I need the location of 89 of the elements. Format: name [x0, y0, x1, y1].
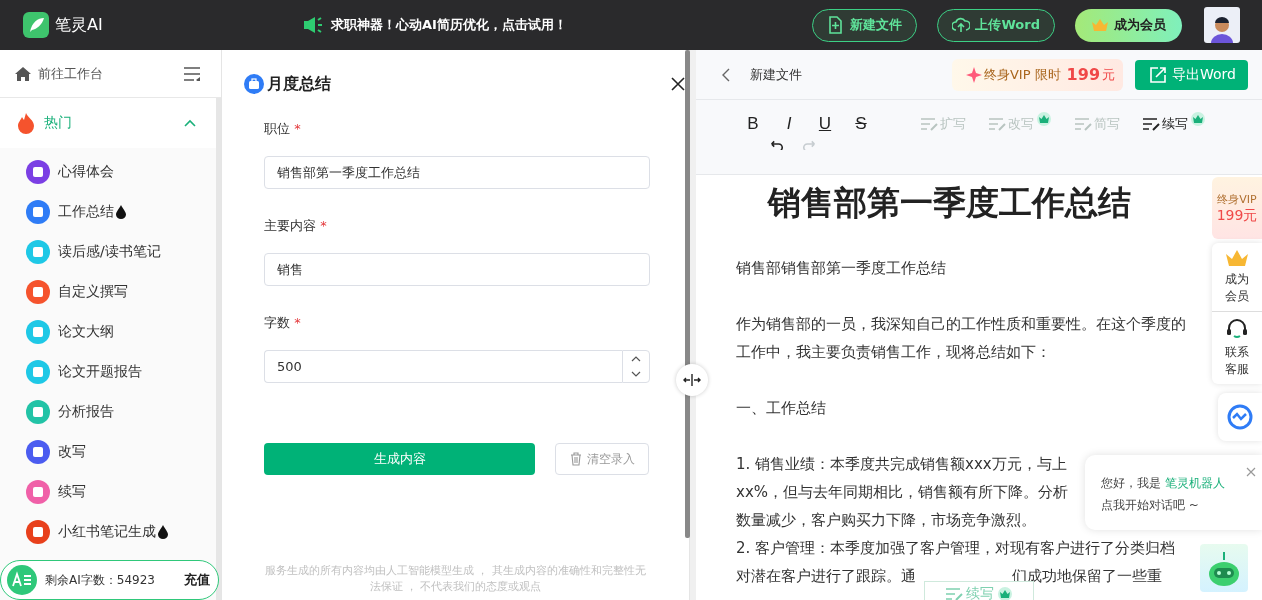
membership-link[interactable]: 成为会员 [1212, 243, 1262, 312]
redo-icon [802, 138, 818, 150]
avatar[interactable] [1204, 7, 1240, 43]
number-field[interactable]: 500 [264, 350, 622, 383]
document-text: 一、工作总结 [736, 399, 826, 417]
sidebar-item[interactable]: 论文大纲 [0, 312, 216, 352]
leaf-logo-icon [23, 12, 49, 38]
megaphone-icon [303, 16, 323, 34]
vip-label: 终身VIP [1217, 191, 1257, 207]
sidebar-item[interactable]: 续写 [0, 472, 216, 512]
ai-tool-button[interactable]: 续写 [1142, 112, 1218, 136]
upload-word-button[interactable]: 上传Word [937, 8, 1055, 42]
briefcase-icon [244, 74, 264, 94]
membership-button[interactable]: 成为会员 [1075, 8, 1182, 42]
close-icon [671, 77, 685, 91]
lines-icon [1074, 116, 1092, 132]
vip-price-card[interactable]: 终身VIP 199元 [1212, 177, 1262, 239]
required-mark: * [294, 121, 301, 136]
sidebar-item[interactable]: 小红书笔记生成 [0, 512, 216, 552]
document-text: xx%，但与去年同期相比，销售额有所下降。分析 [736, 483, 1068, 501]
trash-icon [569, 452, 582, 466]
document-text: 2. 客户管理：本季度加强了客户管理，对现有客户进行了分类归档 [736, 539, 1176, 557]
sidebar-item[interactable]: 改写 [0, 432, 216, 472]
lines-pen-icon [1142, 116, 1160, 132]
field-label: 字数 * [264, 314, 302, 332]
spin-down-icon [631, 371, 641, 378]
document-title: 销售部第一季度工作总结 [766, 182, 1132, 224]
balance-text: 剩余AI字数：54923 [45, 571, 155, 589]
sparkle-icon [965, 66, 982, 83]
sidebar-item[interactable]: 自定义撰写 [0, 272, 216, 312]
field-label: 主要内容 * [264, 217, 328, 235]
resize-icon [683, 374, 701, 386]
required-mark: * [320, 218, 327, 233]
document-text: 数量减少，客户购买力下降，市场竞争激烈。 [736, 511, 1036, 529]
sidebar-item[interactable]: 读后感/读书笔记 [0, 232, 216, 272]
input-field[interactable]: 销售部第一季度工作总结 [264, 156, 650, 189]
undo-button[interactable] [768, 138, 784, 150]
document-text: 对潜在客户进行了跟踪。通 [736, 567, 916, 585]
underline-button[interactable]: U [812, 112, 838, 136]
price-unit: 元 [1102, 65, 1115, 84]
home-icon [14, 65, 32, 82]
file-name: 新建文件 [750, 65, 802, 84]
sidebar-item[interactable]: 论文开题报告 [0, 352, 216, 392]
strike-button[interactable]: S [848, 112, 874, 136]
input-field[interactable]: 销售 [264, 253, 650, 286]
flame-icon [16, 112, 36, 134]
menu-icon [183, 66, 201, 81]
required-mark: * [294, 315, 301, 330]
chat-prompt: 点我开始对话吧 ~ [1101, 497, 1200, 514]
spin-up-icon [631, 355, 641, 362]
vip-promo-banner[interactable]: 终身VIP 限时 199 元 [951, 58, 1123, 91]
export-icon [1149, 65, 1167, 84]
document-text: 工作中，我主要负责销售工作，现将总结如下： [736, 343, 1051, 361]
sidebar-item[interactable]: 心得体会 [0, 152, 216, 192]
chat-bubble[interactable]: 您好，我是 笔灵机器人 点我开始对话吧 ~ [1085, 455, 1262, 530]
recharge-button[interactable]: 充值 [184, 571, 210, 589]
back-button[interactable] [722, 67, 730, 82]
crown-icon [1225, 249, 1249, 267]
document-text: 销售部销售部第一季度工作总结 [736, 259, 946, 277]
lines-pen-icon [945, 586, 963, 600]
close-icon [1246, 467, 1256, 477]
new-file-button[interactable]: 新建文件 [812, 8, 918, 42]
chatbot-button[interactable] [1200, 544, 1248, 592]
sidebar-item[interactable]: 分析报告 [0, 392, 216, 432]
chevron-left-icon [722, 67, 730, 82]
announcement-link[interactable]: 求职神器！心动AI简历优化，点击试用！ [331, 16, 567, 34]
field-label: 职位 * [264, 120, 302, 138]
workspace-link[interactable]: 前往工作台 [14, 64, 103, 83]
document-text: 作为销售部的一员，我深知自己的工作性质和重要性。在这个季度的 [736, 315, 1186, 333]
vip-price: 199元 [1216, 206, 1258, 225]
promo-text: 终身VIP 限时 [983, 65, 1061, 84]
document-text: 1. 销售业绩：本季度共完成销售额xxx万元，与上 [736, 455, 1067, 473]
sidebar-item[interactable]: 工作总结 [0, 192, 216, 232]
italic-button[interactable]: I [776, 112, 802, 136]
customer-service-link[interactable]: 联系客服 [1212, 312, 1262, 384]
resize-handle[interactable] [676, 364, 708, 396]
form-title: 月度总结 [267, 73, 331, 95]
cloud-upload-icon [952, 16, 971, 34]
promo-price: 199 [1066, 65, 1100, 84]
headset-icon [1226, 318, 1248, 340]
text-credit-icon [7, 565, 37, 595]
close-button[interactable] [669, 75, 687, 93]
assistant-button[interactable] [1218, 393, 1262, 441]
bold-button[interactable]: B [740, 112, 766, 136]
undo-icon [768, 138, 784, 150]
chat-greeting: 您好，我是 笔灵机器人 [1101, 475, 1226, 492]
crown-icon [997, 587, 1013, 600]
brand-name: 笔灵AI [55, 14, 103, 36]
wave-logo-icon [1227, 404, 1253, 430]
